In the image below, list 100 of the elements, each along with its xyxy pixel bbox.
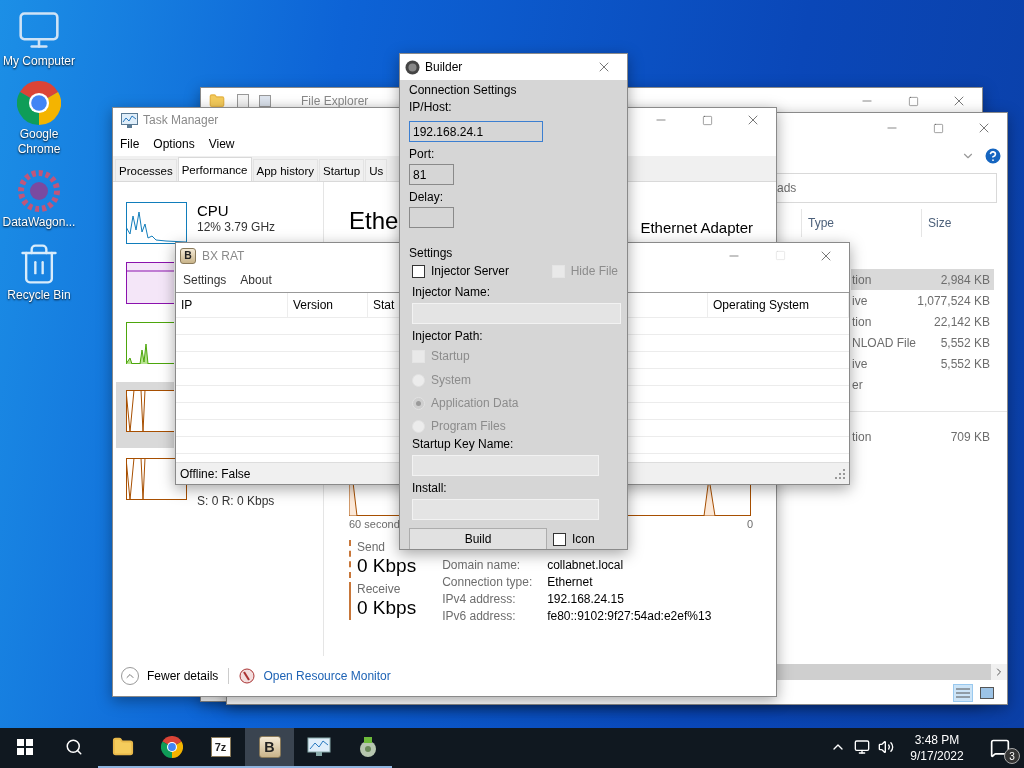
port-field[interactable]: 81 (409, 164, 454, 185)
desktop-icon-label[interactable]: My Computer (0, 54, 78, 69)
resource-monitor-link[interactable]: Open Resource Monitor (263, 669, 391, 683)
chrome-icon[interactable] (160, 736, 183, 758)
file-type: ive (852, 293, 869, 308)
folder-icon[interactable] (111, 736, 134, 758)
maximize-icon[interactable] (932, 122, 944, 134)
checkbox[interactable] (553, 532, 566, 546)
file-size: 1,077,524 KB (917, 293, 991, 308)
task-manager-icon[interactable] (121, 112, 138, 128)
ethernet-graph[interactable] (126, 390, 174, 432)
field-label: Delay: (409, 189, 444, 205)
resource-name: CPU (197, 202, 230, 220)
archive-icon[interactable]: 7z (210, 737, 231, 757)
property-label: Connection type: (442, 575, 534, 589)
checkbox-label: Hide File (570, 264, 618, 278)
document-icon[interactable] (237, 94, 249, 108)
cpu-graph[interactable] (126, 202, 187, 244)
column-header[interactable]: Size (921, 209, 1001, 237)
column-header[interactable]: Operating System (708, 293, 849, 317)
graph-axis-label: 60 second (349, 518, 400, 530)
tab[interactable]: Processes (115, 159, 177, 181)
stat-label: Send (357, 540, 387, 554)
app-icon[interactable]: B (258, 736, 281, 758)
maximize-icon[interactable] (701, 114, 713, 126)
column-header[interactable]: Type (801, 209, 921, 237)
message-icon[interactable] (990, 738, 1010, 758)
field-label: Injector Path: (412, 328, 484, 344)
install-field[interactable] (412, 499, 599, 520)
property-value: collabnet.local (547, 558, 625, 572)
resource-monitor-icon[interactable] (239, 668, 256, 684)
column-header[interactable]: Version (288, 293, 368, 317)
tab[interactable]: App history (252, 159, 319, 181)
checkbox[interactable] (412, 264, 425, 278)
injector-name-field[interactable] (412, 303, 621, 324)
checkbox-label: Startup (431, 349, 470, 363)
property-value: 192.168.24.15 (547, 592, 625, 606)
status-text: Offline: False (180, 466, 251, 481)
windows-icon[interactable] (16, 739, 33, 755)
radio-label: Application Data (431, 396, 519, 410)
maximize-icon[interactable] (907, 95, 919, 107)
window-title: Task Manager (143, 113, 219, 127)
network-icon[interactable] (854, 739, 870, 755)
checkbox-label: Icon (572, 532, 595, 546)
search-icon[interactable] (64, 738, 83, 756)
file-row[interactable]: tion 2,984 KB (851, 269, 994, 290)
tab[interactable]: Performance (177, 157, 252, 181)
app-icon[interactable] (405, 59, 420, 75)
graph-axis-label: 0 (746, 518, 753, 530)
desktop-icon-label[interactable]: Google Chrome (0, 127, 78, 157)
help-icon[interactable] (983, 146, 1003, 166)
file-row[interactable]: tion 22,142 KB (851, 311, 994, 332)
file-type: er (852, 377, 864, 392)
file-type: NLOAD File (852, 335, 917, 350)
radio-button[interactable] (412, 396, 425, 410)
clock[interactable]: 3:48 PM 9/17/2022 (898, 732, 976, 764)
field-label: Install: (412, 480, 448, 496)
file-row[interactable]: ive 5,552 KB (851, 353, 994, 374)
desktop-icon-label[interactable]: Recycle Bin (0, 288, 78, 303)
property-label: IPv4 address: (442, 592, 517, 606)
disk-graph[interactable] (126, 322, 174, 364)
tab[interactable]: Startup (319, 159, 365, 181)
build-button[interactable]: Build (409, 528, 547, 549)
resource-detail: 12% 3.79 GHz (197, 220, 276, 234)
menu-item[interactable]: File (120, 137, 140, 151)
menu-item[interactable]: About (240, 273, 272, 287)
monitor-chart-icon[interactable] (306, 737, 331, 757)
gear-icon[interactable] (17, 169, 61, 213)
menu-item[interactable]: Settings (183, 273, 227, 287)
notification-count: 3 (1004, 748, 1020, 764)
startup-key-field[interactable] (412, 455, 599, 476)
volume-icon[interactable] (878, 739, 894, 755)
file-type: ive (852, 356, 869, 371)
menu-item[interactable]: View (208, 137, 235, 151)
ip-field[interactable]: 192.168.24.1 (409, 121, 543, 142)
desktop-icon-label[interactable]: DataWagon... (0, 215, 78, 230)
memory-graph[interactable] (126, 262, 174, 304)
taskbar-app-button[interactable]: B (245, 728, 294, 768)
property-value: fe80::9102:9f27:54ad:e2ef%13 (547, 609, 712, 623)
app-icon[interactable]: B (180, 247, 196, 264)
file-row[interactable]: NLOAD File 5,552 KB (851, 332, 994, 353)
tab[interactable]: Us (365, 159, 388, 181)
notifications-button[interactable]: 3 (976, 728, 1024, 768)
file-size: 22,142 KB (933, 314, 991, 329)
file-row[interactable]: tion 709 KB (851, 426, 994, 447)
stat-value: 0 Kbps (357, 554, 417, 578)
file-size: 5,552 KB (940, 356, 991, 371)
column-header[interactable]: IP (176, 293, 288, 317)
file-type: tion (852, 429, 873, 444)
file-row[interactable]: er (851, 374, 994, 395)
sidebar-item[interactable] (116, 382, 174, 448)
delay-field[interactable] (409, 207, 454, 228)
fewer-details-button[interactable]: Fewer details (147, 669, 219, 683)
window-title: Builder (425, 60, 463, 74)
resize-grip-icon[interactable] (835, 468, 845, 479)
file-row[interactable]: ive 1,077,524 KB (851, 290, 994, 311)
search-field[interactable]: ads (777, 173, 997, 203)
horizontal-scrollbar[interactable] (777, 664, 1007, 680)
property-label: Domain name: (442, 558, 522, 572)
menu-item[interactable]: Options (153, 137, 195, 151)
